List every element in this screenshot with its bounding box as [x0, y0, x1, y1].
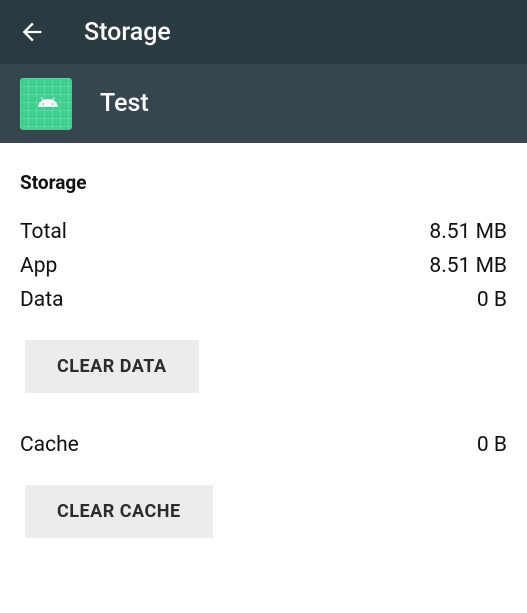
row-total: Total 8.51 MB [20, 220, 507, 244]
app-header-bar: Test [0, 64, 527, 143]
cache-value: 0 B [477, 433, 507, 457]
app-name: Test [100, 89, 149, 118]
clear-data-button[interactable]: CLEAR DATA [25, 340, 199, 393]
clear-cache-button[interactable]: CLEAR CACHE [25, 485, 213, 538]
row-cache: Cache 0 B [20, 433, 507, 457]
cache-label: Cache [20, 433, 79, 457]
back-arrow-icon[interactable] [18, 18, 46, 46]
top-bar: Storage [0, 0, 527, 64]
row-app: App 8.51 MB [20, 254, 507, 278]
data-value: 0 B [477, 288, 507, 312]
page-title: Storage [84, 18, 171, 47]
app-icon [20, 78, 72, 130]
row-data: Data 0 B [20, 288, 507, 312]
app-label: App [20, 254, 57, 278]
total-value: 8.51 MB [429, 220, 507, 244]
section-title-storage: Storage [20, 171, 507, 194]
content-area: Storage Total 8.51 MB App 8.51 MB Data 0… [0, 171, 527, 538]
app-value: 8.51 MB [429, 254, 507, 278]
data-label: Data [20, 288, 64, 312]
total-label: Total [20, 220, 67, 244]
cache-section: Cache 0 B CLEAR CACHE [20, 433, 507, 538]
